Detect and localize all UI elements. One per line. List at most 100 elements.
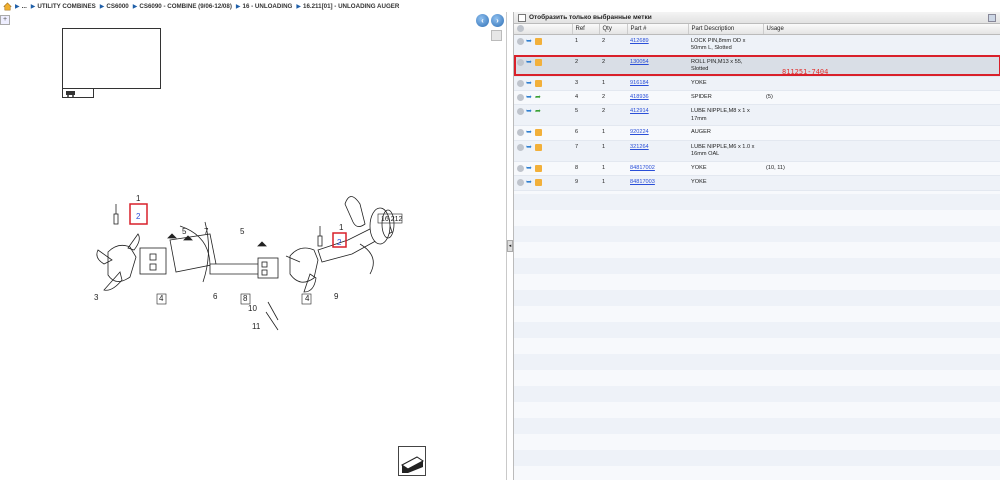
arrow-icon[interactable]: ➥ xyxy=(526,165,533,172)
column-description[interactable]: Part Description xyxy=(688,24,764,35)
part-link[interactable]: 84817003 xyxy=(630,179,655,185)
column-qty[interactable]: Qty xyxy=(599,24,628,35)
home-icon[interactable] xyxy=(3,2,12,11)
info-icon[interactable] xyxy=(517,164,524,172)
cell-ref: 5 xyxy=(572,104,599,127)
cell-part: 84817002 xyxy=(627,161,688,177)
part-link[interactable]: 916184 xyxy=(630,80,649,86)
breadcrumb-item[interactable]: CS6000 xyxy=(106,3,128,10)
cell-usage: (5) xyxy=(763,90,1000,106)
filter-checkbox[interactable] xyxy=(518,13,526,22)
callout-1b: 1 xyxy=(339,223,344,232)
breadcrumb-separator-icon: ▶ xyxy=(99,3,105,10)
table-row[interactable]: ➥ ➦ 4 2 418936 SPIDER (5) xyxy=(514,90,1000,106)
column-ref[interactable]: Ref xyxy=(572,24,600,35)
cart-box-icon[interactable] xyxy=(535,164,542,172)
table-row[interactable]: ➥ 2 2 130054 ROLL PIN,M13 x 55, Slotted xyxy=(514,55,1000,77)
part-link[interactable]: 412914 xyxy=(630,108,649,114)
table-row[interactable]: ➥ ➦ 5 2 412914 LUBE NIPPLE,M8 x 1 x 17mm xyxy=(514,104,1000,127)
exploded-parts-diagram: 1 2 3 4 5 7 5 6 8 10 11 4 9 1 2 16.212 xyxy=(94,194,403,331)
breadcrumb-item[interactable]: ... xyxy=(22,3,27,10)
info-icon[interactable] xyxy=(517,129,524,137)
cell-description: LUBE NIPPLE,M8 x 1 x 17mm xyxy=(688,104,763,127)
cell-description: SPIDER xyxy=(688,90,763,106)
info-icon[interactable] xyxy=(517,37,524,45)
part-link[interactable]: 418936 xyxy=(630,94,649,100)
callout-2a: 2 xyxy=(136,212,141,221)
arrow-icon[interactable]: ➥ xyxy=(526,108,533,115)
arrow-icon[interactable]: ➥ xyxy=(526,129,533,136)
info-icon[interactable] xyxy=(517,93,524,101)
callout-16-212: 16.212 xyxy=(381,216,403,223)
empty-row xyxy=(514,450,1000,466)
row-icons: ➥ xyxy=(514,140,572,162)
part-link[interactable]: 920224 xyxy=(630,129,649,135)
print-icon[interactable] xyxy=(398,446,426,476)
table-row[interactable]: ➥ 8 1 84817002 YOKE (10, 11) xyxy=(514,161,1000,177)
column-usage[interactable]: Usage xyxy=(763,24,1000,35)
empty-row xyxy=(514,226,1000,242)
row-icons: ➥ ➦ xyxy=(514,104,572,127)
breadcrumb-item[interactable]: UTILITY COMBINES xyxy=(37,3,95,10)
part-link[interactable]: 84817002 xyxy=(630,165,655,171)
part-link[interactable]: 130054 xyxy=(630,59,649,65)
cell-qty: 1 xyxy=(599,140,627,162)
empty-row xyxy=(514,402,1000,418)
cart-box-icon[interactable] xyxy=(535,79,542,87)
cart-box-icon[interactable] xyxy=(535,58,542,66)
column-part[interactable]: Part # xyxy=(627,24,689,35)
breadcrumb-separator-icon: ▶ xyxy=(296,3,301,10)
table-row[interactable]: ➥ 9 1 84817003 YOKE xyxy=(514,175,1000,191)
cell-ref: 8 xyxy=(572,161,599,177)
cell-ref: 1 xyxy=(572,34,599,56)
green-arrow-icon[interactable]: ➦ xyxy=(535,108,542,115)
green-arrow-icon[interactable]: ➦ xyxy=(535,94,542,101)
callout-10: 10 xyxy=(248,304,257,313)
cell-description: LOCK PIN,8mm OD x 50mm L, Slotted xyxy=(688,34,763,56)
cart-box-icon[interactable] xyxy=(535,37,542,45)
cell-description: LUBE NIPPLE,M6 x 1.0 x 16mm OAL xyxy=(688,140,763,162)
breadcrumb-item[interactable]: CS6090 - COMBINE (9/06-12/08) xyxy=(139,3,232,10)
parts-list-panel: Отобразить только выбранные метки Ref Qt… xyxy=(513,12,1000,480)
cell-usage xyxy=(763,76,1000,92)
callout-8: 8 xyxy=(243,294,248,303)
arrow-icon[interactable]: ➥ xyxy=(526,80,533,87)
breadcrumb-separator-icon: ▶ xyxy=(30,3,36,10)
arrow-icon[interactable]: ➥ xyxy=(526,59,533,66)
table-row[interactable]: ➥ 7 1 321264 LUBE NIPPLE,M6 x 1.0 x 16mm OAL xyxy=(514,140,1000,162)
cart-box-icon[interactable] xyxy=(535,143,542,151)
callout-1a: 1 xyxy=(136,194,141,203)
arrow-icon[interactable]: ➥ xyxy=(526,38,533,45)
cell-description: AUGER xyxy=(688,125,763,141)
breadcrumb-separator-icon: ▶ xyxy=(235,3,241,10)
table-row[interactable]: ➥ 6 1 920224 AUGER xyxy=(514,125,1000,141)
breadcrumb-item-current: 16.211[01] - UNLOADING AUGER xyxy=(303,2,400,10)
arrow-icon[interactable]: ➥ xyxy=(526,144,533,151)
part-link[interactable]: 321264 xyxy=(630,144,649,150)
breadcrumb-item[interactable]: 16 - UNLOADING xyxy=(243,3,293,10)
cart-box-icon[interactable] xyxy=(535,129,542,137)
arrow-icon[interactable]: ➥ xyxy=(526,179,533,186)
callout-2b: 2 xyxy=(337,238,342,247)
cell-part: 412689 xyxy=(627,34,688,56)
cart-box-icon[interactable] xyxy=(535,179,542,187)
export-icon[interactable] xyxy=(988,14,996,22)
arrow-icon[interactable]: ➥ xyxy=(526,94,533,101)
info-icon[interactable] xyxy=(517,58,524,66)
info-icon[interactable] xyxy=(517,179,524,187)
part-link[interactable]: 412689 xyxy=(630,38,649,44)
info-icon[interactable] xyxy=(517,108,524,116)
table-row[interactable]: ➥ 1 2 412689 LOCK PIN,8mm OD x 50mm L, Slott… xyxy=(514,34,1000,56)
breadcrumb-separator-icon: ▶ xyxy=(15,3,20,10)
info-icon[interactable] xyxy=(517,79,524,87)
cell-qty: 1 xyxy=(599,175,627,191)
empty-row xyxy=(514,338,1000,354)
cell-part: 418936 xyxy=(627,90,688,106)
table-row[interactable]: ➥ 3 1 916184 YOKE xyxy=(514,76,1000,92)
empty-row xyxy=(514,242,1000,258)
empty-row xyxy=(514,194,1000,210)
info-icon[interactable] xyxy=(517,143,524,151)
cell-usage xyxy=(763,140,1000,162)
diagram-panel: + ‹ › 1 2 3 4 5 7 5 6 8 10 11 4 9 1 2 16… xyxy=(0,12,507,480)
settings-icon[interactable] xyxy=(517,25,524,33)
